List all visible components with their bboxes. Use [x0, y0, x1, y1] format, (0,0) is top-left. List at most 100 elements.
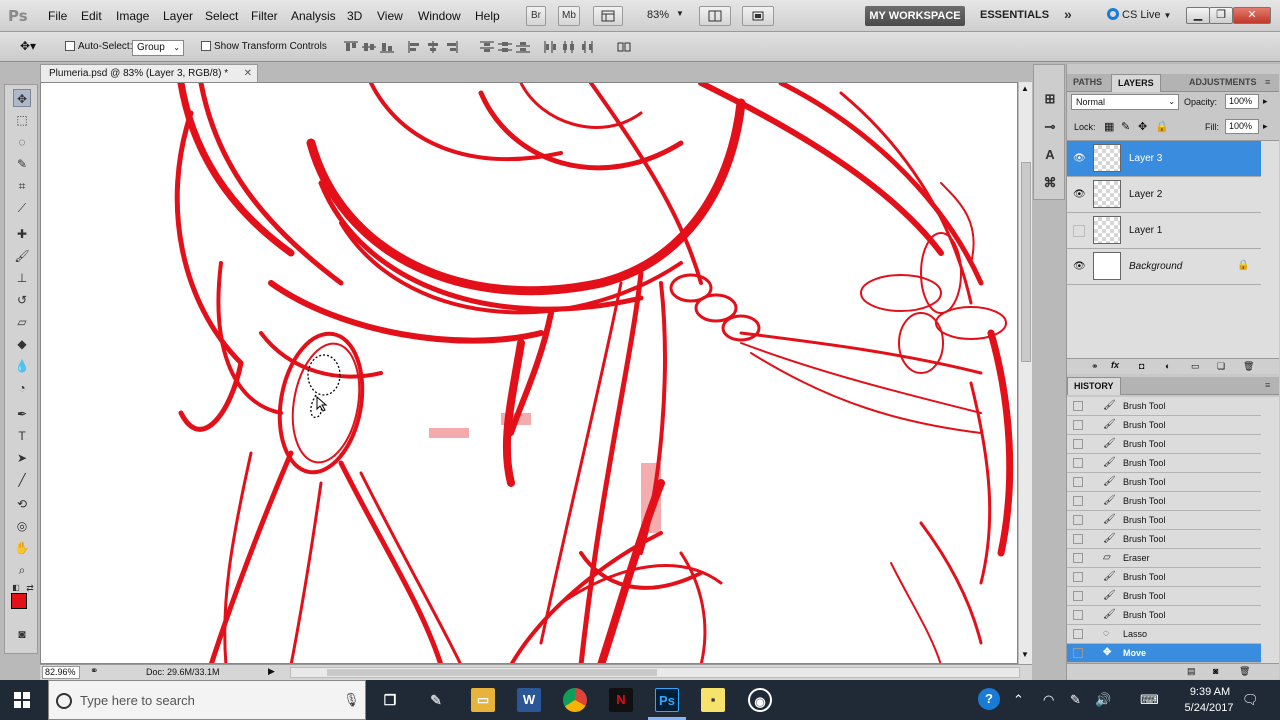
panel-menu-icon[interactable]: ≡ — [1265, 77, 1270, 87]
history-item[interactable]: 🖌 Brush Tool — [1067, 568, 1261, 587]
history-item[interactable]: 🖌 Brush Tool — [1067, 492, 1261, 511]
blend-mode-dropdown[interactable]: Normal ⌄ — [1071, 94, 1179, 110]
taskbar-search-box[interactable]: Type here to search 🎙 — [48, 680, 366, 720]
new-document-from-state-icon[interactable]: ▤ — [1187, 666, 1196, 677]
screen-mode-button[interactable] — [742, 6, 774, 26]
blur-tool[interactable]: 💧 — [13, 357, 31, 375]
navigator-panel-icon[interactable]: ⊞ — [1042, 91, 1058, 107]
fill-field[interactable]: 100% — [1225, 119, 1259, 134]
menu-analysis[interactable]: Analysis — [291, 9, 336, 23]
history-brush-source-checkbox[interactable] — [1073, 515, 1083, 525]
arrange-documents-button[interactable] — [699, 6, 731, 26]
zoom-level-dropdown[interactable]: 83% — [647, 9, 669, 21]
marquee-tool[interactable]: ⬚ — [13, 111, 31, 129]
history-item[interactable]: ▱ Eraser — [1067, 549, 1261, 568]
move-tool-preset-icon[interactable]: ✥▾ — [20, 39, 36, 53]
clone-stamp-tool[interactable]: ⊥ — [13, 269, 31, 287]
history-item[interactable]: 🖌 Brush Tool — [1067, 530, 1261, 549]
quick-selection-tool[interactable]: ✎ — [13, 155, 31, 173]
scroll-down-icon[interactable]: ▼ — [1021, 650, 1029, 659]
close-window-button[interactable]: ✕ — [1233, 7, 1271, 24]
history-brush-source-checkbox[interactable] — [1073, 648, 1083, 658]
zoom-tool[interactable]: ⌕ — [13, 561, 31, 579]
quick-mask-button[interactable]: ◙ — [13, 625, 31, 643]
history-brush-source-checkbox[interactable] — [1073, 420, 1083, 430]
more-workspaces-button[interactable]: » — [1064, 6, 1072, 22]
notifications-icon[interactable]: 🗨 — [1242, 692, 1259, 708]
obs-app-icon[interactable]: ◉ — [748, 688, 772, 712]
path-selection-tool[interactable]: ➤ — [13, 449, 31, 467]
pen-icon[interactable]: ✎ — [1070, 692, 1081, 708]
history-item[interactable]: 🖌 Brush Tool — [1067, 587, 1261, 606]
distribute-left-icon[interactable] — [544, 41, 558, 53]
lock-all-icon[interactable]: 🔒 — [1155, 120, 1169, 133]
dodge-tool[interactable]: ◔ — [13, 379, 31, 397]
history-brush-source-checkbox[interactable] — [1073, 401, 1083, 411]
fill-arrow-icon[interactable]: ▸ — [1263, 121, 1268, 132]
visibility-eye-icon[interactable]: 👁 — [1073, 153, 1086, 165]
history-brush-tool[interactable]: ↺ — [13, 291, 31, 309]
sticky-notes-icon[interactable]: ▪ — [701, 688, 725, 712]
new-layer-icon[interactable]: ❏ — [1217, 361, 1225, 372]
history-brush-source-checkbox[interactable] — [1073, 591, 1083, 601]
character-panel-icon[interactable]: A — [1042, 147, 1058, 163]
trash-icon[interactable]: 🗑 — [1243, 361, 1254, 372]
tool-presets-icon[interactable]: ⊸ — [1042, 119, 1058, 135]
photoshop-app-icon[interactable]: Ps — [655, 688, 679, 712]
menu-filter[interactable]: Filter — [251, 9, 278, 23]
help-icon[interactable]: ? — [978, 688, 1000, 710]
history-brush-source-checkbox[interactable] — [1073, 534, 1083, 544]
distribute-top-icon[interactable] — [480, 41, 494, 53]
menu-layer[interactable]: Layer — [163, 9, 193, 23]
history-item[interactable]: 🖌 Brush Tool — [1067, 606, 1261, 625]
history-brush-source-checkbox[interactable] — [1073, 439, 1083, 449]
auto-select-target-dropdown[interactable]: Group ⌄ — [132, 40, 184, 56]
hand-tool[interactable]: ✋ — [13, 539, 31, 557]
canvas-vertical-scrollbar[interactable]: ▲ ▼ — [1018, 82, 1032, 664]
crop-tool[interactable]: ⌗ — [13, 177, 31, 195]
history-brush-source-checkbox[interactable] — [1073, 553, 1083, 563]
paint-bucket-tool[interactable]: ◆ — [13, 335, 31, 353]
fx-icon[interactable]: fx — [1111, 360, 1119, 370]
align-top-icon[interactable] — [344, 41, 358, 53]
history-item[interactable]: ◌ Lasso — [1067, 625, 1261, 644]
history-item[interactable]: 🖌 Brush Tool — [1067, 416, 1261, 435]
minimize-button[interactable]: ▁ — [1186, 7, 1210, 24]
align-bottom-icon[interactable] — [380, 41, 394, 53]
layer-row[interactable]: 👁 Background 🔒 — [1067, 249, 1261, 285]
status-options-icon[interactable]: ⚭ — [90, 666, 98, 677]
menu-view[interactable]: View — [377, 9, 403, 23]
healing-brush-tool[interactable]: ✚ — [13, 225, 31, 243]
opacity-arrow-icon[interactable]: ▸ — [1263, 96, 1268, 107]
cs-live-button[interactable]: CS Live ▼ — [1107, 8, 1171, 21]
eraser-tool[interactable]: ▱ — [13, 313, 31, 331]
view-extras-button[interactable] — [593, 6, 623, 26]
tab-history[interactable]: HISTORY — [1067, 377, 1121, 395]
align-vertical-center-icon[interactable] — [362, 41, 376, 53]
history-menu-icon[interactable]: ≡ — [1265, 380, 1270, 390]
canvas-horizontal-scrollbar[interactable] — [290, 667, 1020, 678]
bridge-button[interactable]: Br — [526, 6, 546, 26]
lock-pixels-icon[interactable]: ✎ — [1121, 120, 1130, 133]
new-group-icon[interactable]: ▭ — [1191, 361, 1200, 372]
layer-row[interactable]: Layer 1 — [1067, 213, 1261, 249]
history-brush-source-checkbox[interactable] — [1073, 496, 1083, 506]
menu-image[interactable]: Image — [116, 9, 149, 23]
lock-position-icon[interactable]: ✥ — [1138, 120, 1147, 133]
pen-tool[interactable]: ✒ — [13, 405, 31, 423]
document-canvas[interactable] — [40, 82, 1018, 664]
keyboard-icon[interactable]: ⌨ — [1140, 692, 1159, 708]
tab-layers[interactable]: LAYERS — [1111, 74, 1161, 92]
add-mask-icon[interactable]: ◘ — [1139, 361, 1144, 371]
menu-file[interactable]: File — [48, 9, 67, 23]
visibility-eye-icon[interactable]: 👁 — [1073, 261, 1086, 273]
trash-icon[interactable]: 🗑 — [1239, 666, 1250, 677]
move-tool[interactable]: ✥ — [13, 89, 31, 107]
opacity-field[interactable]: 100% — [1225, 94, 1259, 109]
history-item[interactable]: 🖌 Brush Tool — [1067, 473, 1261, 492]
link-layers-icon[interactable]: ⚭ — [1091, 361, 1099, 372]
clock-date[interactable]: 5/24/2017 — [1173, 702, 1245, 714]
file-explorer-icon[interactable]: ▭ — [471, 688, 495, 712]
type-tool[interactable]: T — [13, 427, 31, 445]
new-snapshot-icon[interactable]: ◙ — [1213, 666, 1218, 676]
